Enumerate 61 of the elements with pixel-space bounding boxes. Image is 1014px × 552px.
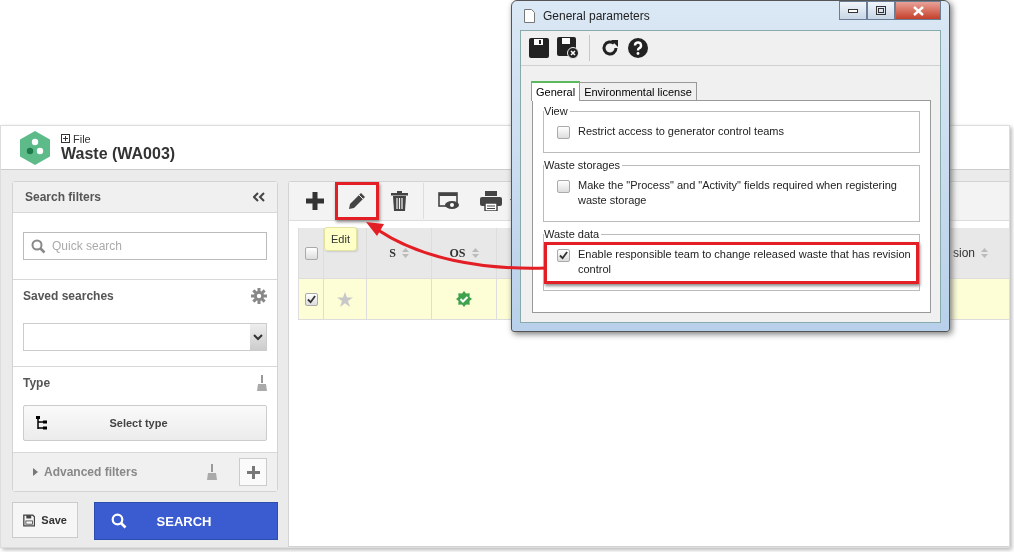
plus-icon [246, 465, 260, 479]
group-title: Waste data [544, 228, 601, 240]
help-button[interactable] [626, 36, 650, 60]
floppy-close-icon [557, 37, 579, 59]
quick-search-field[interactable]: Quick search [23, 232, 267, 260]
search-button[interactable]: SEARCH [94, 502, 278, 540]
document-icon [524, 8, 535, 23]
dialog-title: General parameters [543, 8, 651, 23]
collapse-icon[interactable] [253, 192, 265, 202]
group-title: View [544, 105, 569, 117]
edit-button[interactable] [335, 182, 379, 220]
pencil-icon [348, 192, 366, 210]
option-label: Make the "Process" and "Activity" fields required when registering waste storage [578, 178, 898, 208]
chevron-down-icon [253, 333, 263, 341]
tab[interactable]: Environmental license [579, 82, 697, 100]
plus-icon [306, 192, 324, 210]
option-label: Restrict access to generator control teams [578, 124, 786, 139]
minimize-button[interactable] [839, 1, 867, 20]
section-label: Saved searches [23, 289, 114, 303]
trash-icon [390, 191, 408, 211]
save-icon [23, 512, 36, 528]
close-button[interactable] [895, 1, 941, 20]
refresh-icon [600, 38, 620, 58]
section-label: Type [23, 376, 51, 390]
tab[interactable]: General [531, 81, 581, 101]
close-icon [912, 5, 924, 16]
star-icon[interactable] [337, 291, 353, 307]
broom-icon[interactable] [257, 375, 267, 391]
search-icon [31, 239, 46, 254]
select-all-checkbox[interactable] [304, 246, 318, 260]
restore-icon [876, 6, 886, 15]
add-filter-button[interactable] [239, 458, 267, 486]
expand-icon [61, 134, 70, 143]
save-and-close-button[interactable] [555, 35, 581, 61]
floppy-icon [529, 38, 549, 58]
maximize-button[interactable] [867, 1, 895, 20]
printer-icon [480, 191, 502, 211]
column-header[interactable]: S [389, 245, 396, 261]
column-header[interactable]: sion [953, 246, 975, 260]
minimize-icon [848, 8, 858, 13]
record-title: Waste (WA003) [61, 144, 176, 163]
tree-icon [36, 416, 47, 430]
checkbox[interactable] [557, 180, 570, 193]
column-header[interactable]: OS [449, 245, 466, 261]
settings-icon[interactable] [251, 288, 267, 304]
option-label: Enable responsible team to change released waste that has revision control [578, 247, 912, 277]
window-eye-icon [438, 192, 460, 210]
checkbox[interactable] [557, 249, 570, 262]
caret-right-icon[interactable] [33, 468, 38, 476]
breadcrumb[interactable]: File [73, 132, 91, 145]
select-type-button[interactable]: Select type [23, 405, 267, 441]
panel-title: Search filters [25, 190, 102, 204]
save-button[interactable]: Save [12, 502, 78, 538]
recycle-logo-icon [19, 130, 51, 165]
save-button[interactable] [527, 36, 551, 60]
group-title: Waste storages [544, 159, 621, 171]
tooltip: Edit [324, 227, 357, 251]
help-icon [628, 38, 648, 58]
row-checkbox[interactable] [304, 292, 318, 306]
checkbox[interactable] [557, 126, 570, 139]
search-icon [111, 513, 127, 529]
